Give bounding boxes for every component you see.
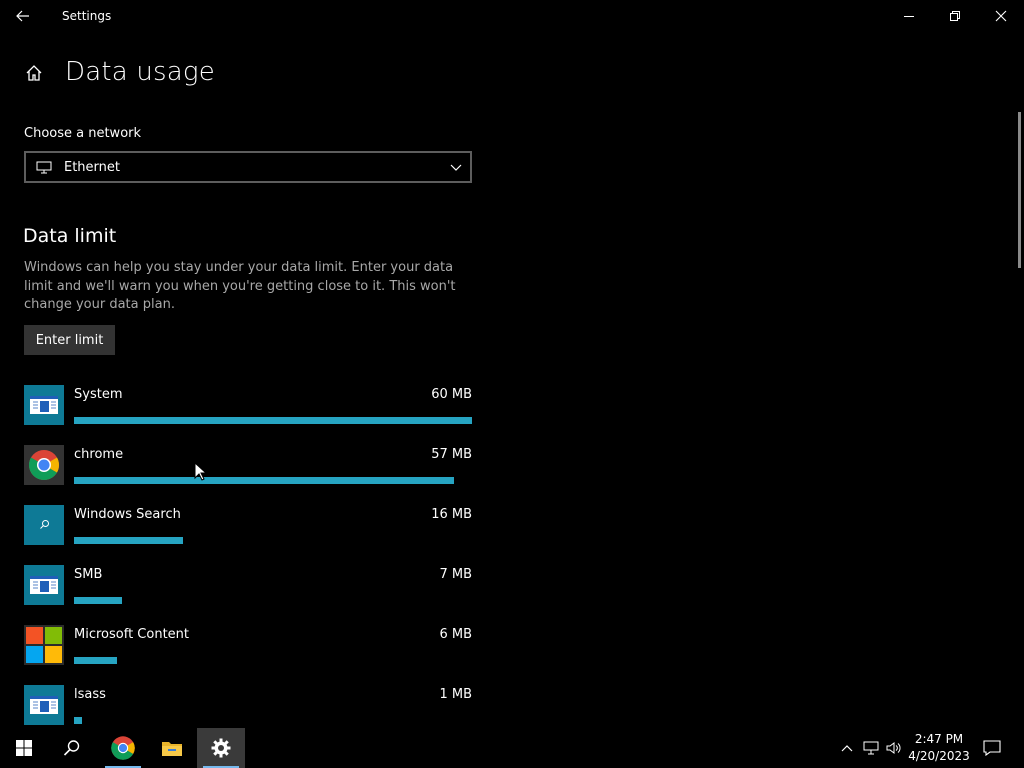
- restore-button[interactable]: [932, 0, 978, 32]
- volume-icon: [886, 742, 901, 754]
- mouse-cursor-icon: [194, 462, 206, 481]
- minimize-button[interactable]: [886, 0, 932, 32]
- usage-bar-fill: [74, 597, 122, 604]
- back-button[interactable]: [8, 2, 38, 30]
- usage-bar-fill: [74, 477, 455, 484]
- close-button[interactable]: [978, 0, 1024, 32]
- system-app-icon: [24, 685, 64, 725]
- volume-tray-button[interactable]: [884, 728, 904, 768]
- clock-time: 2:47 PM: [914, 732, 964, 746]
- app-name: System: [74, 387, 123, 402]
- close-icon: [995, 10, 1007, 22]
- ethernet-icon: [36, 160, 54, 174]
- taskbar-settings[interactable]: [197, 728, 245, 768]
- taskbar-search-button[interactable]: [48, 728, 96, 768]
- app-usage-value: 6 MB: [439, 627, 472, 642]
- usage-bar-fill: [74, 417, 472, 424]
- network-tray-button[interactable]: [861, 728, 881, 768]
- gear-icon: [211, 738, 231, 758]
- back-arrow-icon: [16, 10, 29, 22]
- app-usage-value: 60 MB: [431, 387, 472, 402]
- app-usage-value: 57 MB: [431, 447, 472, 462]
- scrollbar-thumb[interactable]: [1018, 112, 1021, 268]
- restore-icon: [950, 11, 960, 21]
- usage-bar: [74, 597, 472, 604]
- enter-limit-button[interactable]: Enter limit: [24, 325, 115, 355]
- microsoft-logo-icon: [24, 625, 64, 665]
- usage-bar: [74, 477, 472, 484]
- window-title: Settings: [62, 9, 112, 23]
- app-name: lsass: [74, 687, 106, 702]
- action-center-button[interactable]: [980, 728, 1004, 768]
- chevron-down-icon: [450, 164, 462, 171]
- app-usage-row[interactable]: Windows Search 16 MB: [24, 505, 472, 565]
- chrome-icon: [111, 736, 135, 760]
- taskbar-clock[interactable]: 2:47 PM 4/20/2023: [904, 731, 974, 765]
- app-name: Windows Search: [74, 507, 181, 522]
- minimize-icon: [904, 16, 914, 17]
- clock-date: 4/20/2023: [908, 749, 970, 763]
- show-hidden-icons-button[interactable]: [838, 728, 856, 768]
- folder-icon: [162, 742, 182, 756]
- network-icon: [863, 741, 879, 755]
- app-usage-value: 1 MB: [439, 687, 472, 702]
- windows-logo-icon: [16, 740, 32, 756]
- usage-bar: [74, 717, 472, 724]
- system-app-icon: [24, 385, 64, 425]
- usage-bar: [74, 657, 472, 664]
- search-icon: [63, 740, 80, 756]
- app-usage-row[interactable]: System 60 MB: [24, 385, 472, 445]
- app-usage-row[interactable]: SMB 7 MB: [24, 565, 472, 625]
- title-bar: Settings: [0, 0, 1024, 32]
- app-name: chrome: [74, 447, 124, 462]
- system-app-icon: [24, 565, 64, 605]
- app-usage-list: System 60 MB chrome 57 MB Windows Search…: [24, 385, 472, 745]
- network-selected-value: Ethernet: [64, 159, 120, 175]
- taskbar-chrome[interactable]: [99, 728, 147, 768]
- app-usage-row[interactable]: Microsoft Content 6 MB: [24, 625, 472, 685]
- page-title: Data usage: [65, 57, 215, 87]
- notification-icon: [983, 740, 1001, 756]
- app-name: SMB: [74, 567, 103, 582]
- search-app-icon: [24, 505, 64, 545]
- usage-bar: [74, 417, 472, 424]
- data-limit-heading: Data limit: [23, 225, 117, 247]
- network-dropdown[interactable]: Ethernet: [24, 151, 472, 183]
- usage-bar-fill: [74, 717, 82, 724]
- home-button[interactable]: [22, 61, 46, 85]
- chevron-up-icon: [841, 745, 853, 752]
- start-button[interactable]: [0, 728, 48, 768]
- app-name: Microsoft Content: [74, 627, 189, 642]
- network-label: Choose a network: [24, 126, 142, 141]
- taskbar-file-explorer[interactable]: [148, 728, 196, 768]
- app-usage-value: 7 MB: [439, 567, 472, 582]
- chrome-icon: [24, 445, 64, 485]
- usage-bar-fill: [74, 657, 117, 664]
- taskbar: 2:47 PM 4/20/2023: [0, 728, 1024, 768]
- home-icon: [26, 65, 42, 81]
- app-usage-value: 16 MB: [431, 507, 472, 522]
- usage-bar: [74, 537, 472, 544]
- app-usage-row[interactable]: chrome 57 MB: [24, 445, 472, 505]
- data-limit-description: Windows can help you stay under your dat…: [24, 260, 456, 312]
- usage-bar-fill: [74, 537, 184, 544]
